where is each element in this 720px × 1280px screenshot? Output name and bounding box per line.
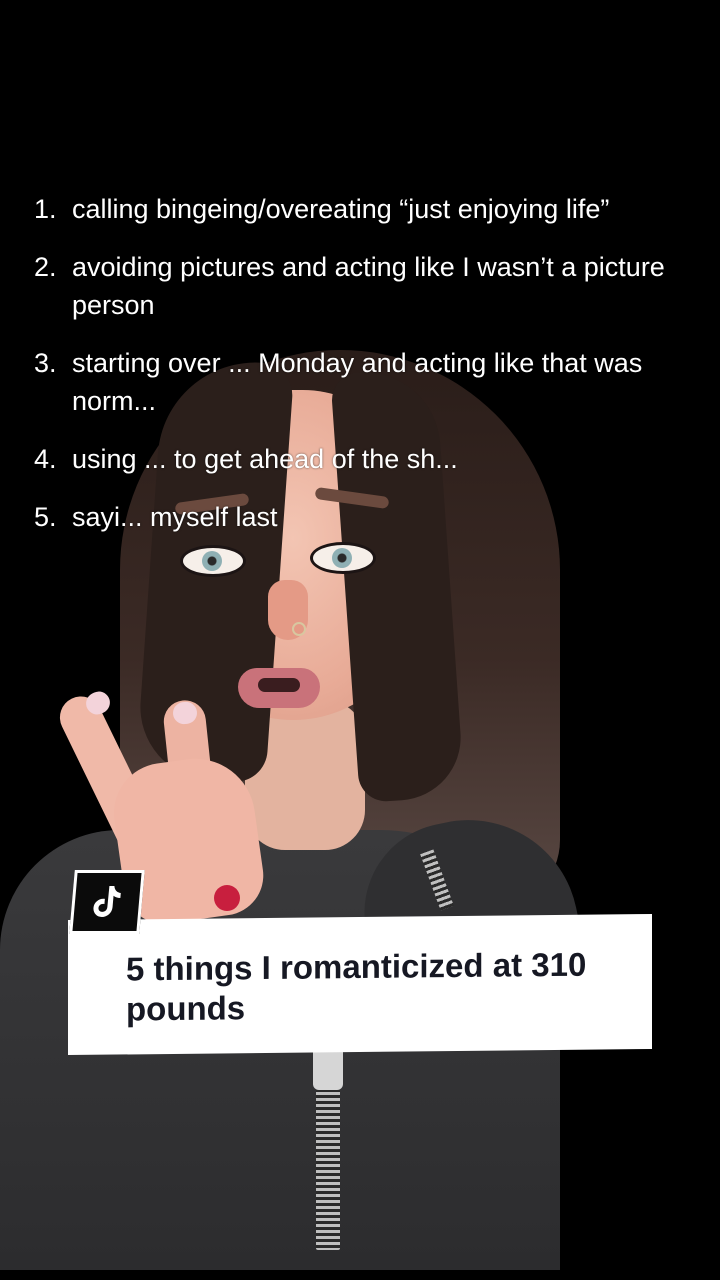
caption-card: 5 things I romanticized at 310 pounds [68, 913, 652, 1056]
video-frame[interactable]: 1. calling bingeing/overeating “just enj… [0, 0, 720, 1280]
list-item: 1. calling bingeing/overeating “just enj… [34, 190, 684, 228]
red-nail [214, 885, 240, 911]
list-item: 3. starting over ... Monday and acting l… [34, 344, 684, 420]
caption-title: 5 things I romanticized at 310 pounds [126, 945, 587, 1028]
list-text: using ... to get ahead of the sh... [72, 444, 458, 474]
tiktok-logo-icon [93, 886, 121, 917]
list-number: 2. [34, 252, 57, 282]
overlay-list: 1. calling bingeing/overeating “just enj… [34, 190, 684, 556]
list-number: 1. [34, 194, 57, 224]
list-text: avoiding pictures and acting like I wasn… [72, 252, 665, 320]
list-number: 5. [34, 502, 57, 532]
list-item: 5. sayi... myself last [34, 498, 684, 536]
list-item: 2. avoiding pictures and acting like I w… [34, 248, 684, 324]
list-text: starting over ... Monday and acting like… [72, 348, 643, 416]
list-number: 4. [34, 444, 57, 474]
list-text: sayi... myself last [72, 502, 278, 532]
list-number: 3. [34, 348, 57, 378]
nose-ring [292, 622, 306, 636]
tiktok-logo-badge [69, 870, 145, 934]
mouth [238, 668, 320, 708]
list-item: 4. using ... to get ahead of the sh... [34, 440, 684, 478]
list-text: calling bingeing/overeating “just enjoyi… [72, 194, 610, 224]
